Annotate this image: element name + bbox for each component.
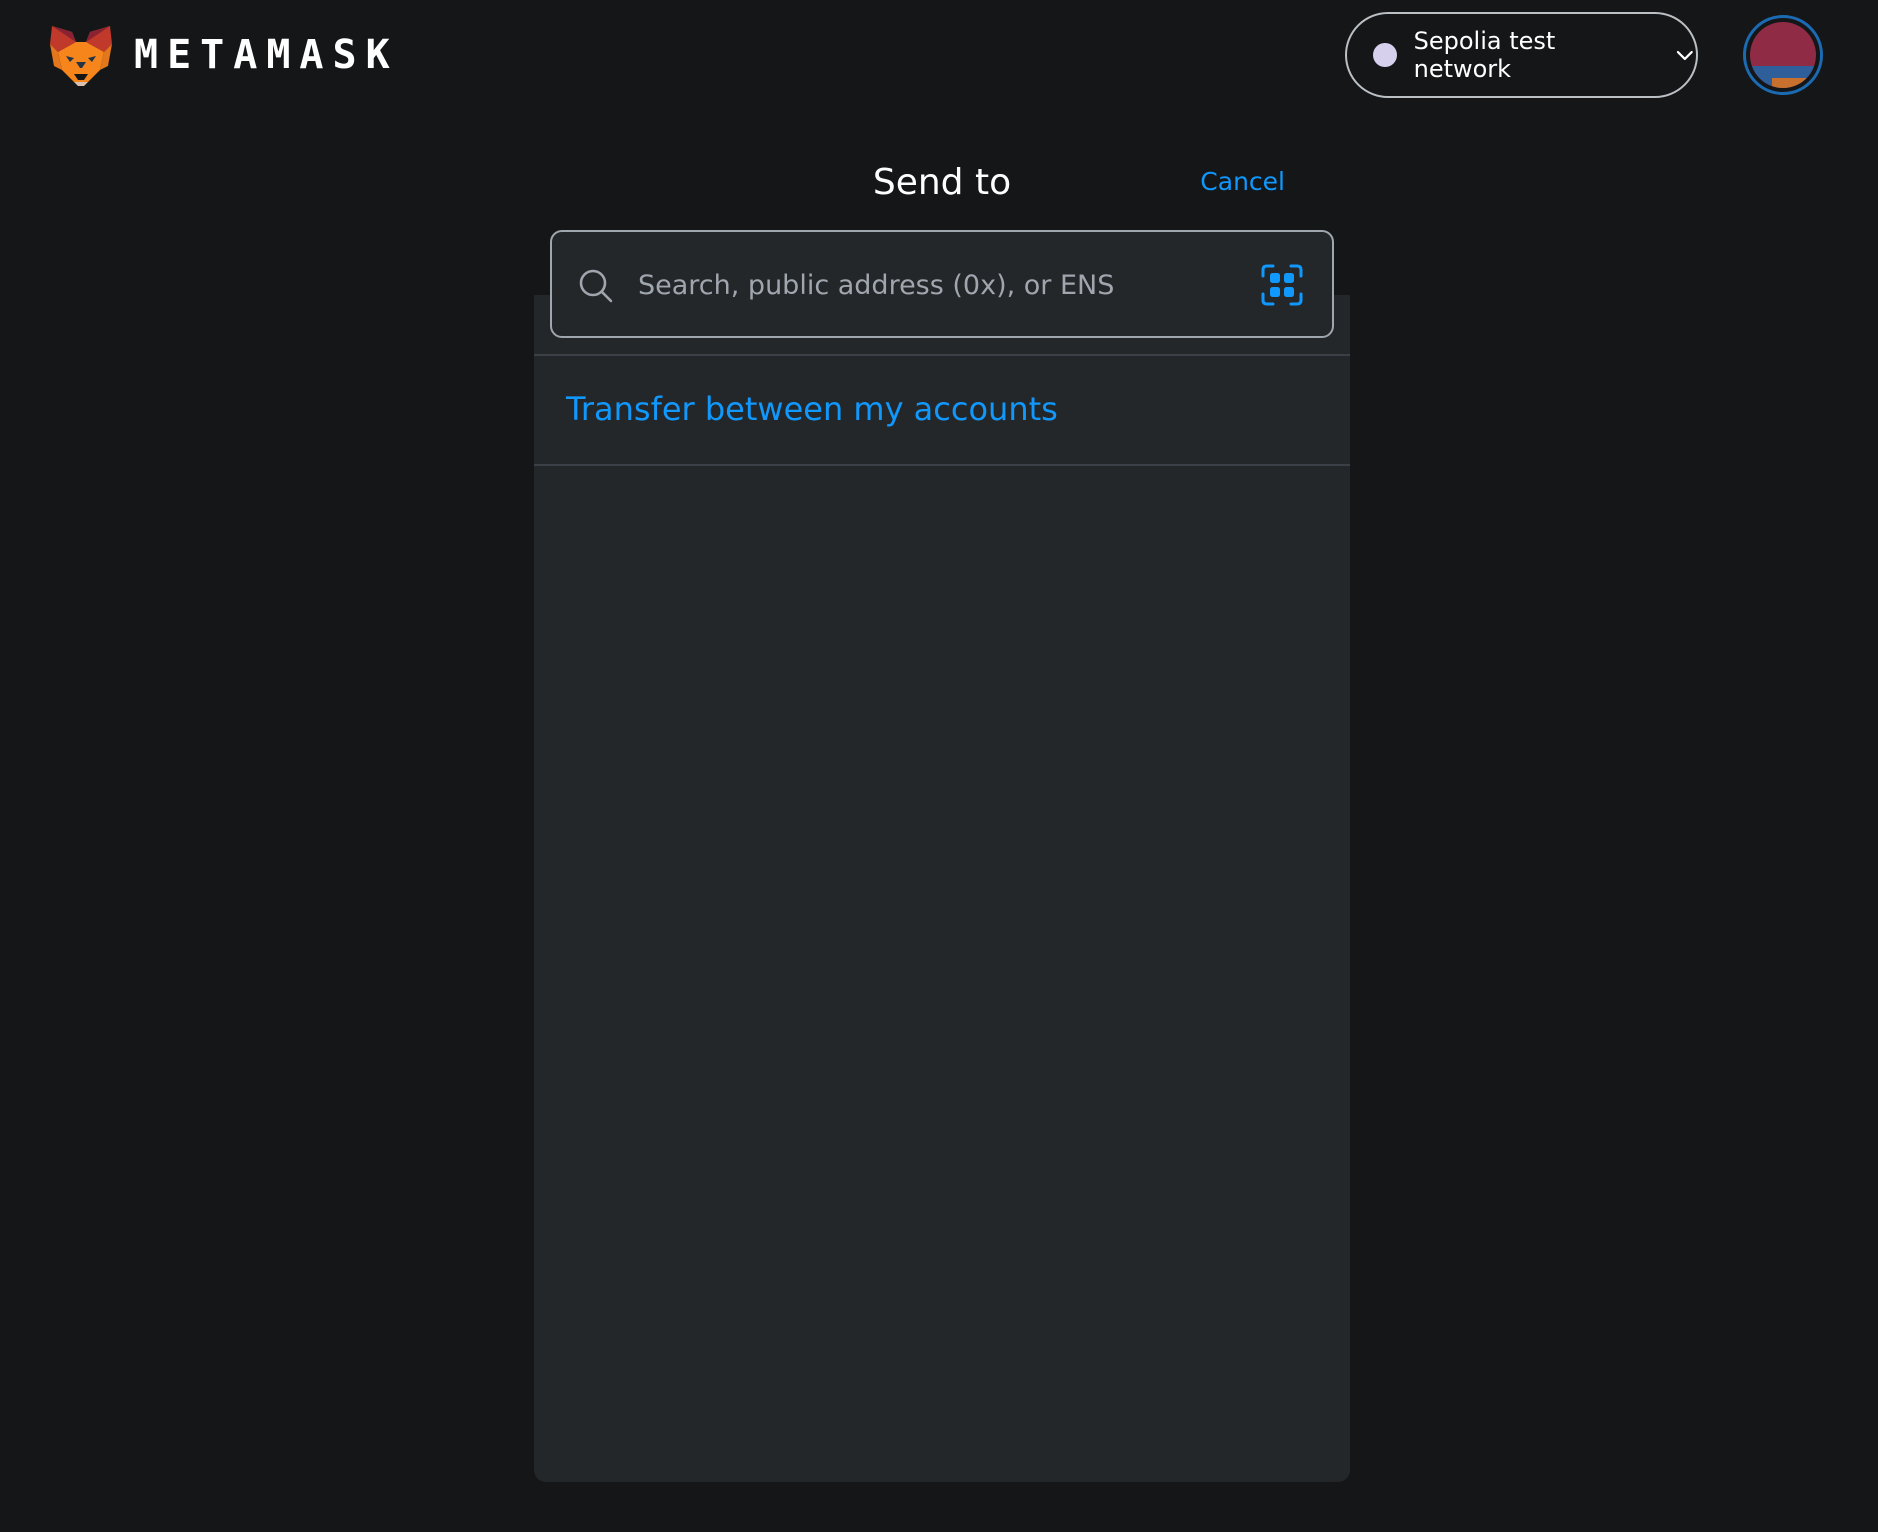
transfer-between-accounts-row[interactable]: Transfer between my accounts [534,356,1350,464]
metamask-fox-icon [50,26,112,86]
recipient-search-input[interactable] [636,259,1236,311]
send-header: Send to Cancel [534,140,1350,220]
send-panel: Send to Cancel Transfer between my accou… [534,140,1350,1482]
metamask-logo[interactable]: METAMASK [48,22,399,88]
search-icon [579,269,613,303]
account-menu-button[interactable] [1743,15,1823,95]
recipient-search-field[interactable] [550,230,1334,338]
cancel-button[interactable]: Cancel [1200,167,1285,196]
qr-scan-icon[interactable] [1260,263,1304,307]
divider [534,464,1350,466]
network-selector[interactable]: Sepolia test network [1345,12,1698,98]
metamask-wordmark: METAMASK [134,32,399,78]
network-status-dot [1373,43,1397,67]
account-avatar [1750,22,1816,88]
transfer-between-accounts-link[interactable]: Transfer between my accounts [566,390,1058,428]
chevron-down-icon [1677,50,1694,61]
top-bar: METAMASK Sepolia test network [0,0,1878,110]
network-label: Sepolia test network [1413,27,1556,83]
